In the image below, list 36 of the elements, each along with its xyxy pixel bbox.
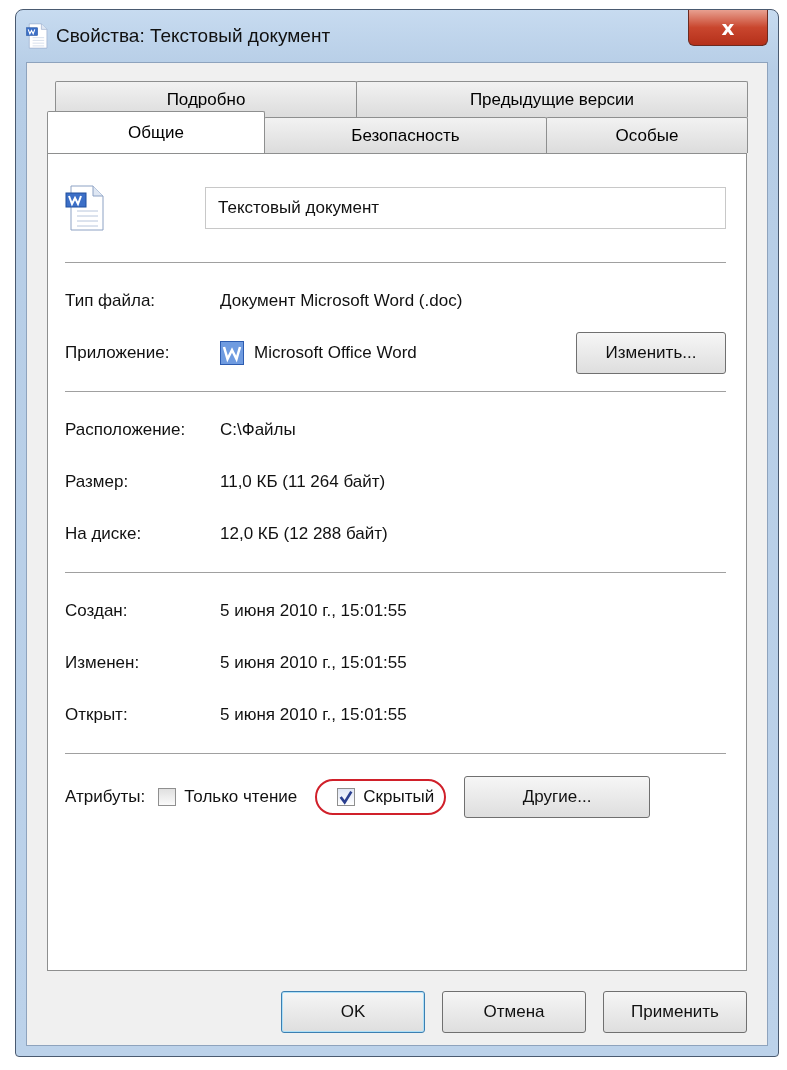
field-label: Приложение:	[65, 343, 171, 363]
field-label: Размер:	[65, 472, 130, 492]
dialog-button[interactable]: Отмена	[442, 991, 586, 1033]
checkbox-box[interactable]	[337, 788, 356, 806]
file-name-field[interactable]: Текстовый документ	[205, 187, 726, 229]
field-value: 12,0 КБ (12 288 байт)	[220, 524, 388, 544]
tab[interactable]: Безопасность	[264, 117, 547, 153]
field-value: Microsoft Office Word	[254, 343, 418, 363]
field-value: 5 июня 2010 г., 15:01:55	[220, 601, 407, 621]
tab[interactable]: Предыдущие версии	[356, 81, 748, 117]
other-attributes-button[interactable]: Другие...	[464, 776, 651, 818]
field-value: 11,0 КБ (11 264 байт)	[220, 472, 386, 492]
document-icon	[26, 23, 48, 49]
field-value: Документ Microsoft Word (.doc)	[220, 291, 463, 311]
field-label: Тип файла:	[65, 291, 157, 311]
tab[interactable]: Особые	[546, 117, 748, 153]
dialog-button[interactable]: Применить	[603, 991, 747, 1033]
dialog-button[interactable]: OK	[281, 991, 425, 1033]
highlighted-checkbox[interactable]: Скрытый	[315, 779, 447, 815]
close-button[interactable]: x	[688, 10, 768, 46]
field-label: Открыт:	[65, 705, 129, 725]
field-label: На диске:	[65, 524, 143, 544]
field-label: Создан:	[65, 601, 129, 621]
document-icon	[65, 185, 105, 231]
checkbox[interactable]: Только чтение	[150, 779, 310, 815]
checkbox-box[interactable]	[158, 788, 177, 806]
tab[interactable]: Общие	[47, 111, 265, 153]
field-value: 5 июня 2010 г., 15:01:55	[220, 653, 407, 673]
field-value: C:\Файлы	[220, 420, 296, 440]
field-label: Расположение:	[65, 420, 187, 440]
field-label: Изменен:	[65, 653, 141, 673]
field-value: 5 июня 2010 г., 15:01:55	[220, 705, 407, 725]
attributes-label: Атрибуты:	[65, 787, 146, 807]
app-icon	[220, 341, 244, 365]
window-title: Свойства: Текстовый документ	[56, 25, 332, 47]
change-button[interactable]: Изменить...	[576, 332, 726, 374]
